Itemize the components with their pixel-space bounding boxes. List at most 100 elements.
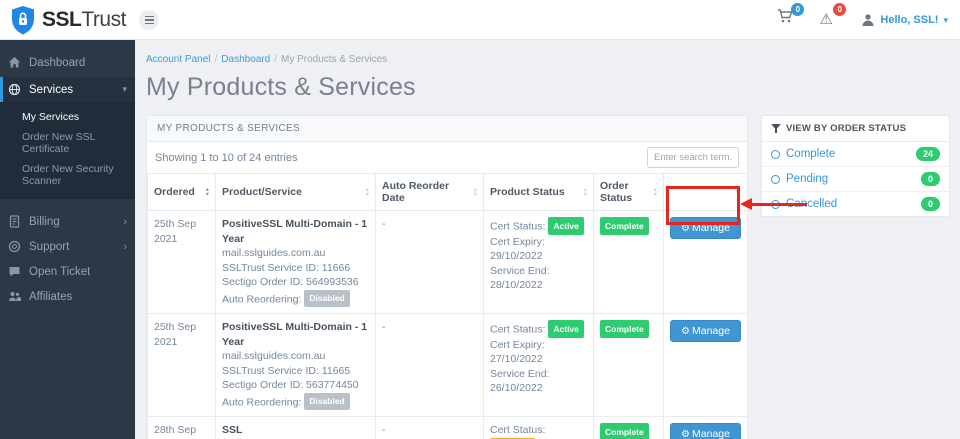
page-title: My Products & Services — [146, 73, 416, 101]
service-end-line: Service End: 26/10/2022 — [490, 367, 550, 395]
cert-status-badge: Active — [548, 320, 584, 338]
sidebar-item-label: Open Ticket — [29, 265, 91, 278]
services-submenu: My Services Order New SSL Certificate Or… — [0, 102, 135, 199]
filter-panel-header: VIEW BY ORDER STATUS — [762, 116, 949, 142]
column-header-actions — [663, 173, 748, 211]
showing-entries-text: Showing 1 to 10 of 24 entries — [155, 151, 298, 164]
warning-icon: ⚠ — [819, 11, 833, 28]
product-name: PositiveSSL Multi-Domain - 1 Year — [222, 321, 368, 348]
count-badge: 0 — [920, 197, 940, 211]
product-domain: mail.sslguides.com.au — [222, 247, 326, 259]
ordered-date: 25th Sep 2021 — [147, 313, 216, 417]
sidebar-item-label: Support — [29, 240, 70, 253]
cart-button[interactable]: 0 — [777, 3, 805, 32]
manage-button[interactable]: ⚙ Manage — [670, 320, 741, 342]
actions-cell: ⚙ Manage — [663, 416, 748, 439]
brand-ssl: SSL — [42, 8, 82, 31]
cert-expiry-line: Cert Expiry: 29/10/2022 — [490, 235, 545, 263]
product-cell: SSL mail.sslguides.com.au SSLTrust Servi… — [215, 416, 376, 439]
cert-status-line: Cert Status: Active — [490, 320, 587, 338]
notifications-button[interactable]: ⚠ 0 — [819, 3, 847, 32]
ordered-date: 25th Sep 2021 — [147, 210, 216, 314]
product-cell: PositiveSSL Multi-Domain - 1 Year mail.s… — [215, 210, 376, 314]
table-row: 25th Sep 2021 PositiveSSL Multi-Domain -… — [147, 313, 748, 417]
sidebar-item-services[interactable]: Services ▾ — [0, 77, 135, 102]
notifications-count-badge: 0 — [833, 3, 847, 16]
chevron-down-icon: ▾ — [943, 14, 948, 25]
circle-icon — [771, 174, 780, 184]
count-badge: 0 — [920, 172, 940, 186]
product-name: PositiveSSL Multi-Domain - 1 Year — [222, 218, 368, 245]
auto-reorder-date: - — [375, 210, 484, 314]
sidebar-item-billing[interactable]: Billing › — [0, 209, 135, 234]
sort-icon[interactable]: ▴ ▾ — [584, 186, 587, 198]
count-badge: 24 — [915, 147, 940, 161]
sort-icon[interactable]: ▴ ▾ — [366, 186, 369, 198]
cert-status-line: Cert Status: Revoked — [490, 423, 587, 439]
products-table: Ordered ▴ ▾ Product/Service ▴ ▾ Auto Reorder… — [147, 173, 748, 439]
sidebar-item-dashboard[interactable]: Dashboard — [0, 50, 135, 75]
user-greeting: Hello, SSL! — [880, 14, 939, 26]
search-input[interactable] — [647, 147, 739, 168]
column-header-ordered[interactable]: Ordered ▴ ▾ — [147, 173, 216, 211]
breadcrumb-current: My Products & Services — [280, 54, 388, 65]
filter-icon — [771, 123, 781, 133]
manage-button[interactable]: ⚙ Manage — [670, 423, 741, 439]
order-status-badge: Complete — [600, 217, 649, 235]
filter-item-pending[interactable]: Pending 0 — [762, 167, 949, 192]
actions-cell: ⚙ Manage — [663, 210, 748, 314]
sidebar-subitem-order-new-security-scanner[interactable]: Order New Security Scanner — [0, 159, 135, 191]
filter-label: Cancelled — [786, 198, 838, 210]
table-header-row: Ordered ▴ ▾ Product/Service ▴ ▾ Auto Reorder… — [147, 173, 748, 211]
product-name: SSL — [222, 424, 243, 436]
manage-button[interactable]: ⚙ Manage — [670, 217, 741, 239]
products-panel: MY PRODUCTS & SERVICES Showing 1 to 10 o… — [146, 115, 748, 439]
table-row: 28th Sep 2021 SSL mail.sslguides.com.au … — [147, 416, 748, 439]
circle-icon — [771, 199, 780, 209]
sidebar: Dashboard Services ▾ My Services Order N… — [0, 40, 135, 439]
sidebar-item-support[interactable]: Support › — [0, 234, 135, 259]
order-status-badge: Complete — [600, 423, 649, 439]
column-header-product-service[interactable]: Product/Service ▴ ▾ — [215, 173, 376, 211]
sidebar-item-open-ticket[interactable]: Open Ticket — [0, 259, 135, 284]
sort-icon[interactable]: ▴ ▾ — [206, 186, 209, 198]
order-status-cell: Complete — [593, 210, 664, 314]
sidebar-toggle-button[interactable] — [139, 10, 159, 30]
filter-item-complete[interactable]: Complete 24 — [762, 142, 949, 167]
filter-item-cancelled[interactable]: Cancelled 0 — [762, 192, 949, 216]
user-menu[interactable]: Hello, SSL! ▾ — [861, 13, 948, 27]
column-header-auto-reorder-date[interactable]: Auto Reorder Date ▴ ▾ — [375, 173, 484, 211]
filter-label: Pending — [786, 173, 829, 185]
product-status-cell: Cert Status: Revoked — [483, 416, 594, 439]
sidebar-subitem-my-services[interactable]: My Services — [0, 107, 135, 127]
topbar-actions: 0 ⚠ 0 Hello, SSL! ▾ — [777, 0, 948, 40]
sort-icon[interactable]: ▴ ▾ — [474, 186, 477, 198]
main-content: Account Panel / Dashboard / My Products & Se… — [135, 40, 960, 439]
filter-label: Complete — [786, 148, 836, 160]
sidebar-item-label: Services — [29, 83, 74, 96]
life-ring-icon — [8, 240, 21, 253]
users-icon — [9, 292, 21, 301]
filter-panel-title: VIEW BY ORDER STATUS — [786, 123, 907, 134]
top-navbar: SSLTrust 0 ⚠ 0 Hello, SSL! ▾ — [0, 0, 960, 40]
brand-logo[interactable]: SSLTrust — [10, 5, 126, 35]
column-header-order-status[interactable]: Order Status ▴ ▾ — [593, 173, 664, 211]
gear-icon: ⚙ — [681, 325, 690, 337]
breadcrumb-account-panel[interactable]: Account Panel — [146, 54, 211, 65]
column-header-product-status[interactable]: Product Status ▴ ▾ — [483, 173, 594, 211]
breadcrumb: Account Panel / Dashboard / My Products & Se… — [146, 54, 388, 65]
chevron-down-icon: ▾ — [122, 84, 127, 94]
brand-trust: Trust — [81, 8, 126, 31]
sidebar-item-affiliates[interactable]: Affiliates — [0, 284, 135, 309]
chevron-right-icon: › — [123, 215, 127, 228]
cert-expiry-line: Cert Expiry: 27/10/2022 — [490, 338, 545, 366]
sidebar-subitem-order-new-ssl-certificate[interactable]: Order New SSL Certificate — [0, 127, 135, 159]
user-icon — [862, 14, 874, 26]
auto-reordering-badge: Disabled — [304, 289, 350, 307]
actions-cell: ⚙ Manage — [663, 313, 748, 417]
page: SSLTrust 0 ⚠ 0 Hello, SSL! ▾ Dashboard S… — [0, 0, 960, 439]
sort-icon[interactable]: ▴ ▾ — [654, 186, 657, 198]
auto-reorder-date: - — [375, 313, 484, 417]
breadcrumb-dashboard[interactable]: Dashboard — [221, 54, 270, 65]
vendor-order-id: Sectigo Order ID: 564993536 — [222, 276, 359, 288]
